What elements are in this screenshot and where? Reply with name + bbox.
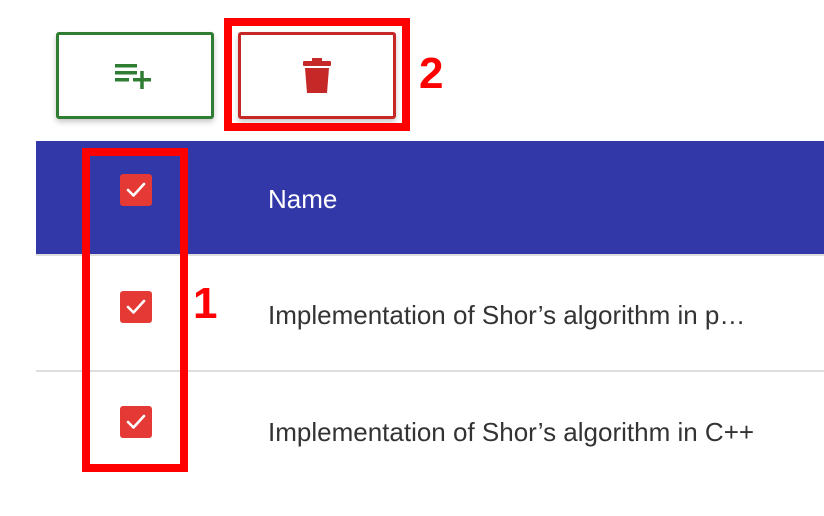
select-all-checkbox[interactable]: [120, 174, 152, 206]
callout-number-2: 2: [419, 49, 444, 98]
row-2-name[interactable]: Implementation of Shor’s algorithm in C+…: [268, 417, 754, 447]
checkmark-icon: [126, 182, 146, 197]
checkmark-icon: [126, 414, 146, 429]
playlist-add-icon: [115, 63, 151, 89]
row-divider: [36, 370, 824, 372]
checkmark-icon: [126, 299, 146, 314]
trash-icon: [303, 57, 331, 93]
row-divider: [36, 254, 824, 256]
row-2-checkbox[interactable]: [120, 406, 152, 438]
callout-number-1: 1: [193, 279, 218, 328]
delete-button[interactable]: [238, 32, 396, 119]
row-1-checkbox[interactable]: [120, 291, 152, 323]
table-header: [36, 141, 824, 254]
row-1-name[interactable]: Implementation of Shor’s algorithm in p…: [268, 300, 745, 330]
screen: 2 Name Implementation of Shor’s algorith…: [0, 0, 824, 516]
column-header-name[interactable]: Name: [268, 184, 337, 214]
add-to-list-button[interactable]: [56, 32, 214, 119]
